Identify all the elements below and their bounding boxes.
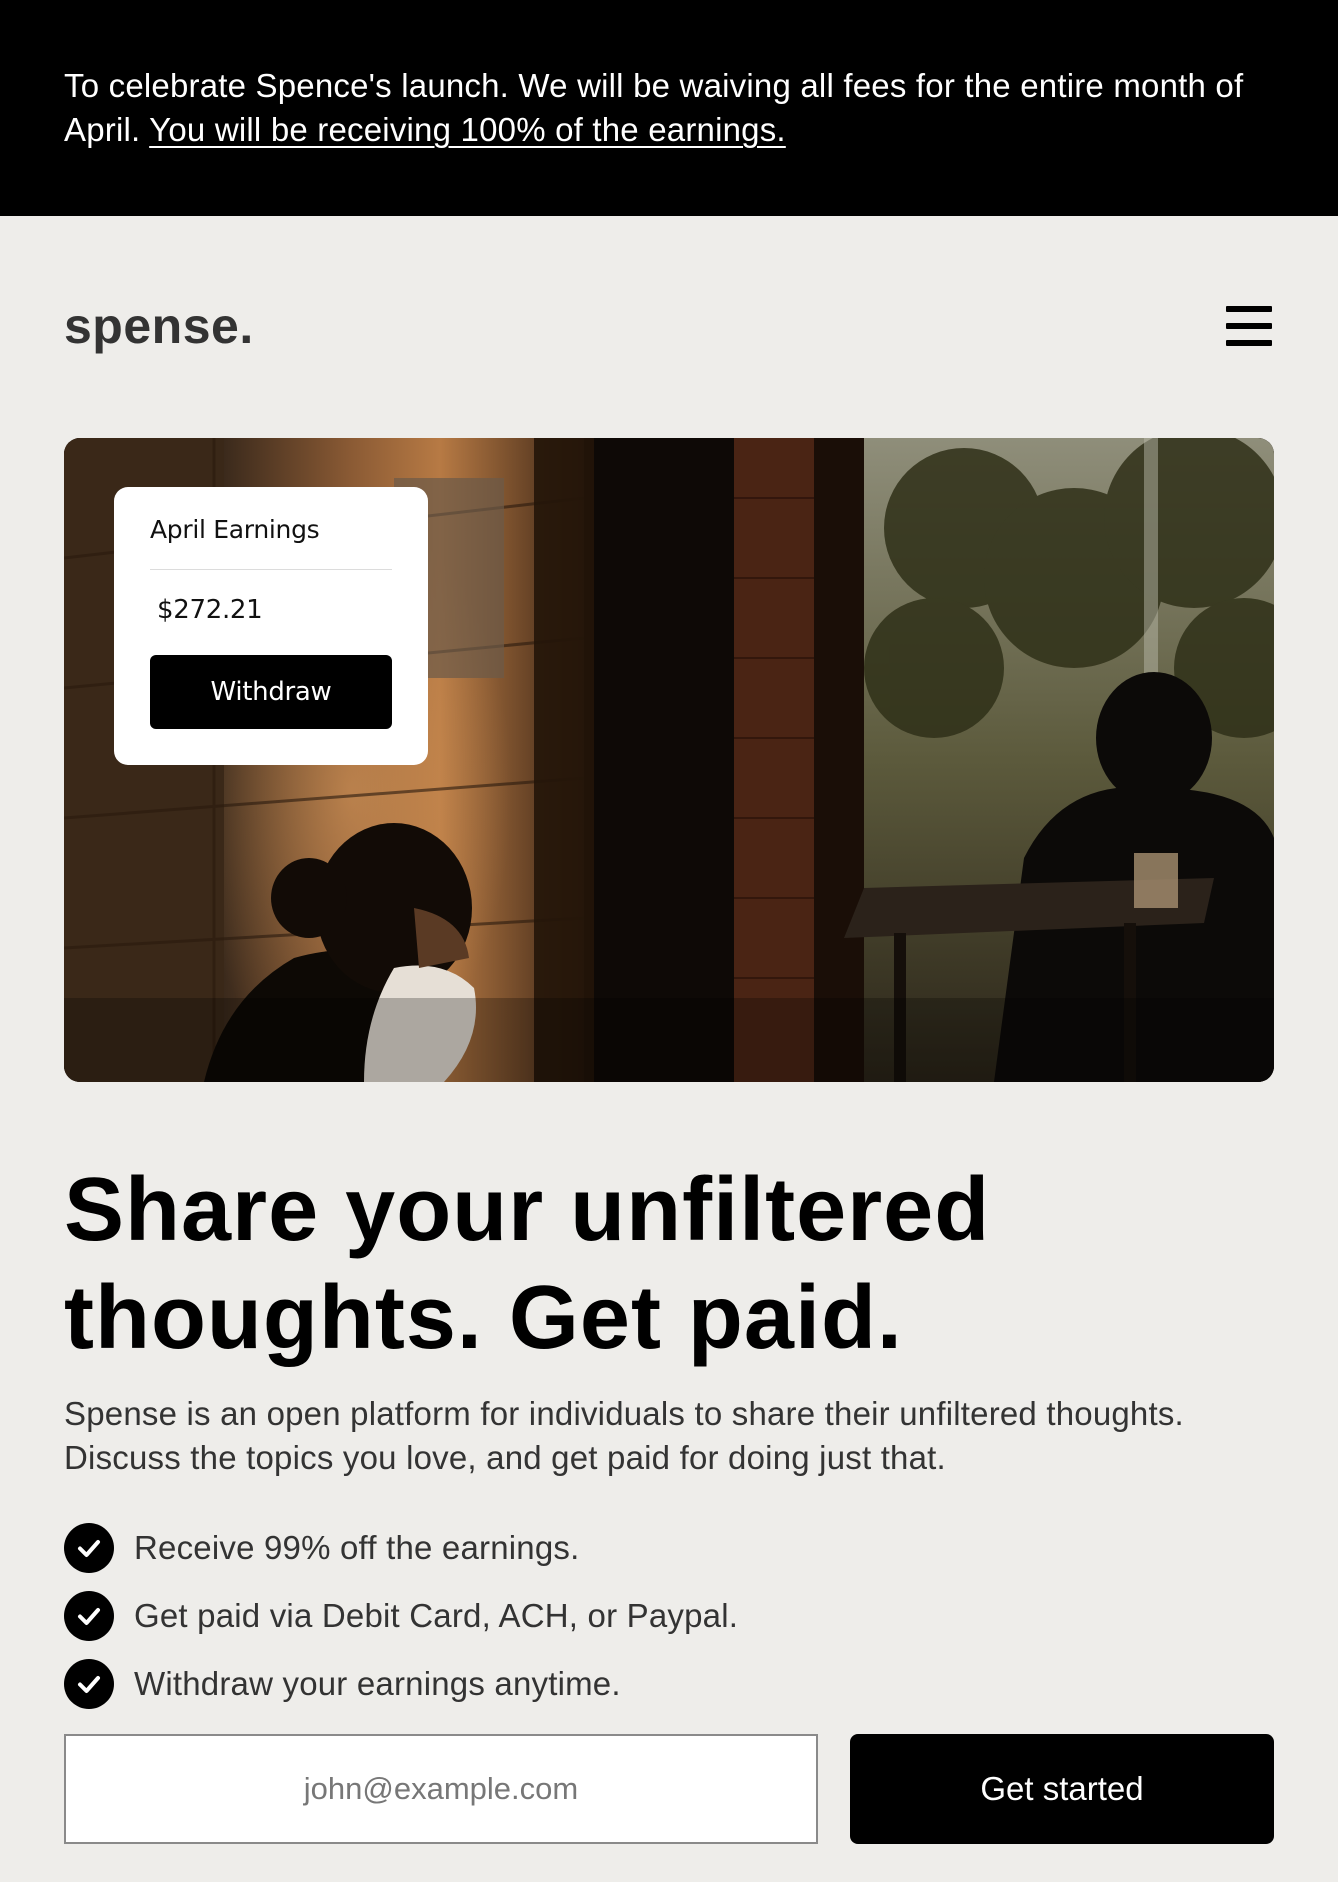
page-title: Share your unfiltered thoughts. Get paid… <box>64 1156 1274 1372</box>
feature-item: Get paid via Debit Card, ACH, or Paypal. <box>64 1582 738 1650</box>
feature-list: Receive 99% off the earnings. Get paid v… <box>64 1514 738 1718</box>
email-field[interactable] <box>64 1734 818 1844</box>
headline-line-1: Share your unfiltered <box>64 1160 991 1260</box>
withdraw-button[interactable]: Withdraw <box>150 655 392 729</box>
menu-bar <box>1226 323 1272 329</box>
headline-line-2: thoughts. Get paid. <box>64 1268 903 1368</box>
menu-bar <box>1226 340 1272 346</box>
earnings-amount: $272.21 <box>157 595 263 625</box>
logo[interactable]: spense. <box>64 296 254 356</box>
check-circle-icon <box>64 1591 114 1641</box>
feature-item: Withdraw your earnings anytime. <box>64 1650 738 1718</box>
earnings-card: April Earnings $272.21 Withdraw <box>114 487 428 765</box>
check-circle-icon <box>64 1523 114 1573</box>
get-started-button[interactable]: Get started <box>850 1734 1274 1844</box>
announcement-banner: To celebrate Spence's launch. We will be… <box>0 0 1338 216</box>
page-description: Spense is an open platform for individua… <box>64 1395 1184 1476</box>
hamburger-menu-icon[interactable] <box>1224 302 1274 352</box>
feature-text: Receive 99% off the earnings. <box>134 1529 580 1566</box>
check-circle-icon <box>64 1659 114 1709</box>
feature-text: Withdraw your earnings anytime. <box>134 1665 621 1702</box>
earnings-card-divider <box>150 569 392 570</box>
earnings-card-title: April Earnings <box>150 515 320 544</box>
feature-item: Receive 99% off the earnings. <box>64 1514 738 1582</box>
menu-bar <box>1226 306 1272 312</box>
landing-page: To celebrate Spence's launch. We will be… <box>0 0 1338 1882</box>
banner-link[interactable]: You will be receiving 100% of the earnin… <box>149 111 786 148</box>
feature-text: Get paid via Debit Card, ACH, or Paypal. <box>134 1597 739 1634</box>
